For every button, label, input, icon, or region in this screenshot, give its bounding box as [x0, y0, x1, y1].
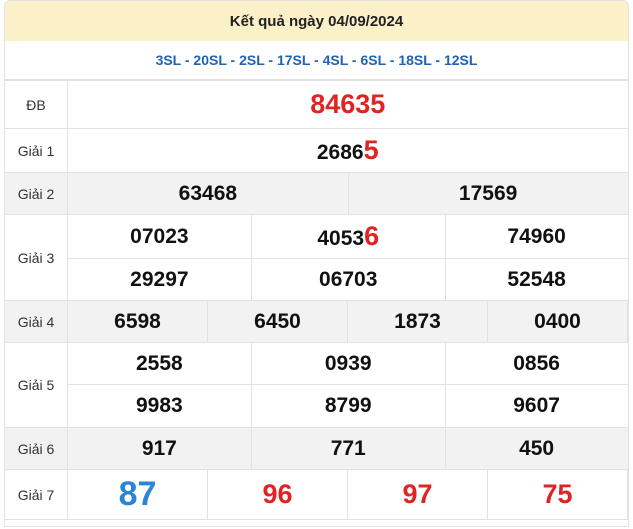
row-g7: Giải 7 87 96 97 75	[5, 469, 628, 520]
row-g5-a: Giải 5 2558 0939 0856	[5, 342, 628, 428]
label-g6: Giải 6	[5, 427, 68, 470]
prize7-row: 87 96 97 75	[68, 470, 627, 519]
prize4-number: 1873	[348, 301, 488, 342]
prize7-number: 97	[348, 470, 488, 519]
row-g6: Giải 6 917 771 450	[5, 427, 628, 470]
prize1-number: 26865	[67, 128, 628, 173]
row-g2: Giải 2 63468 17569	[5, 172, 628, 215]
prize3-number: 74960	[444, 214, 628, 259]
prize2-number: 17569	[347, 172, 628, 215]
prize1-last-digit: 5	[363, 135, 379, 165]
prize3-number: 52548	[444, 258, 628, 301]
prize2-number: 63468	[67, 172, 349, 215]
prize4-number: 6598	[68, 301, 208, 342]
row-db: ĐB 84635	[5, 80, 628, 129]
prize7-number: 96	[208, 470, 348, 519]
prize3-last-digit: 6	[364, 221, 380, 251]
prize3-prefix: 4053	[317, 227, 365, 250]
prize7-number: 87	[68, 470, 208, 519]
prize5-number: 8799	[250, 384, 446, 428]
prize3-number: 07023	[67, 214, 252, 259]
prize5-number: 9607	[444, 384, 628, 428]
prize7-number: 75	[542, 479, 573, 509]
row-g5-b: 9983 8799 9607	[5, 384, 628, 428]
results-table: ĐB 84635 Giải 1 26865 Giải 2 63468 17569…	[5, 80, 628, 520]
results-panel: Kết quả ngày 04/09/2024 3SL - 20SL - 2SL…	[4, 0, 629, 527]
prize4-number: 0400	[534, 309, 581, 333]
label-g3: Giải 3	[5, 214, 68, 301]
label-db: ĐB	[5, 80, 68, 129]
row-g3-a: Giải 3 07023 40536 74960	[5, 214, 628, 301]
prize6-number: 917	[67, 427, 252, 470]
row-g1: Giải 1 26865	[5, 128, 628, 173]
label-g1: Giải 1	[5, 128, 68, 173]
prize5-number: 0856	[444, 342, 628, 385]
label-g2: Giải 2	[5, 172, 68, 215]
label-g7: Giải 7	[5, 469, 68, 520]
sl-summary: 3SL - 20SL - 2SL - 17SL - 4SL - 6SL - 18…	[5, 41, 628, 80]
special-prize-number: 84635	[67, 80, 628, 129]
results-date-title: Kết quả ngày 04/09/2024	[5, 1, 628, 41]
prize5-number: 2558	[67, 342, 252, 385]
prize6-number: 771	[250, 427, 446, 470]
prize5-number: 9983	[67, 384, 252, 428]
label-g5: Giải 5	[5, 342, 68, 428]
row-g3-b: 29297 06703 52548	[5, 258, 628, 301]
prize1-prefix: 2686	[316, 141, 364, 164]
prize3-number: 06703	[250, 258, 446, 301]
label-g4: Giải 4	[5, 300, 68, 343]
prize3-number: 29297	[67, 258, 252, 301]
prize5-number: 0939	[250, 342, 446, 385]
prize4-row: 6598 6450 1873 0400	[68, 301, 627, 342]
prize3-number: 40536	[250, 214, 446, 259]
row-g4: Giải 4 6598 6450 1873 0400	[5, 300, 628, 343]
prize6-number: 450	[444, 427, 628, 470]
prize4-number: 6450	[208, 301, 348, 342]
